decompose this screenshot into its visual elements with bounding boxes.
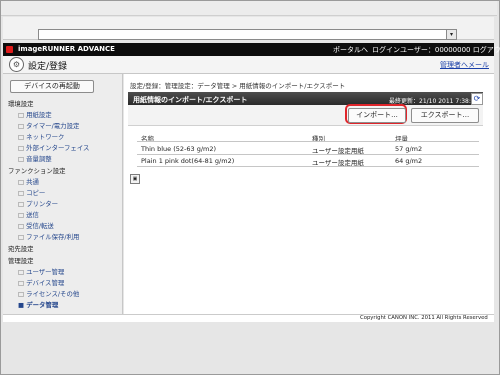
sidebar-item-send[interactable]: 送信 bbox=[18, 210, 39, 219]
table-divider bbox=[137, 141, 479, 142]
table-cell-name: Plain 1 pink dot(64-81 g/m2) bbox=[141, 157, 235, 165]
page-title: 設定/登録 bbox=[28, 62, 68, 72]
sidebar-item-license-other[interactable]: ライセンス/その他 bbox=[18, 289, 79, 298]
sidebar-item-common[interactable]: 共通 bbox=[18, 177, 39, 186]
sidebar-section-destination[interactable]: 宛先設定 bbox=[8, 244, 34, 253]
restart-device-button[interactable]: デバイスの再起動 bbox=[10, 80, 94, 93]
admin-mail-link[interactable]: 管理者へメール bbox=[440, 60, 489, 70]
settings-icon: ⚙ bbox=[9, 57, 24, 72]
sidebar-item-file-storage[interactable]: ファイル保存/利用 bbox=[18, 232, 79, 241]
refresh-icon[interactable]: ⟳ bbox=[471, 93, 483, 105]
login-user-logout[interactable]: ログインユーザー：00000000 ログアウト bbox=[372, 45, 500, 55]
canon-logo-icon bbox=[6, 46, 13, 53]
url-dropdown-button[interactable]: ▾ bbox=[446, 29, 457, 40]
collapse-icon[interactable]: ▣ bbox=[130, 174, 140, 184]
copyright-text: Copyright CANON INC. 2011 All Rights Res… bbox=[360, 315, 488, 321]
sidebar-item-copy[interactable]: コピー bbox=[18, 188, 45, 197]
sidebar-section-function[interactable]: ファンクション設定 bbox=[8, 166, 66, 175]
sidebar-item-receive-forward[interactable]: 受信/転送 bbox=[18, 221, 54, 230]
export-button[interactable]: エクスポート... bbox=[411, 108, 479, 123]
page-header bbox=[3, 56, 494, 74]
sidebar-item-paper[interactable]: 用紙設定 bbox=[18, 110, 52, 119]
sidebar-item-data-management[interactable]: データ管理 bbox=[18, 300, 58, 309]
table-cell-weight: 57 g/m2 bbox=[395, 145, 423, 153]
table-divider bbox=[137, 166, 479, 167]
brand-name: imageRUNNER ADVANCE bbox=[18, 45, 115, 53]
sidebar-item-device-management[interactable]: デバイス管理 bbox=[18, 278, 64, 287]
breadcrumb: 設定/登録：管理設定：データ管理 > 用紙情報のインポート/エクスポート bbox=[130, 82, 346, 90]
sidebar-item-user-management[interactable]: ユーザー管理 bbox=[18, 267, 64, 276]
sidebar-section-environment[interactable]: 環境設定 bbox=[8, 99, 34, 108]
table-cell-weight: 64 g/m2 bbox=[395, 157, 423, 165]
sidebar-item-network[interactable]: ネットワーク bbox=[18, 132, 64, 141]
portal-link[interactable]: ポータルへ bbox=[333, 45, 368, 55]
table-cell-name: Thin blue (52-63 g/m2) bbox=[141, 145, 217, 153]
panel-title: 用紙情報のインポート/エクスポート bbox=[133, 96, 248, 104]
sidebar-item-volume[interactable]: 音量調整 bbox=[18, 154, 52, 163]
table-divider bbox=[137, 154, 479, 155]
sidebar-section-management[interactable]: 管理設定 bbox=[8, 256, 34, 265]
sidebar-item-external-interface[interactable]: 外部インターフェイス bbox=[18, 143, 89, 152]
sidebar-item-timer-power[interactable]: タイマー/電力設定 bbox=[18, 121, 79, 130]
browser-top-strip bbox=[1, 1, 497, 16]
sidebar-item-printer[interactable]: プリンター bbox=[18, 199, 58, 208]
url-input[interactable] bbox=[38, 29, 456, 40]
import-button[interactable]: インポート... bbox=[348, 108, 406, 123]
